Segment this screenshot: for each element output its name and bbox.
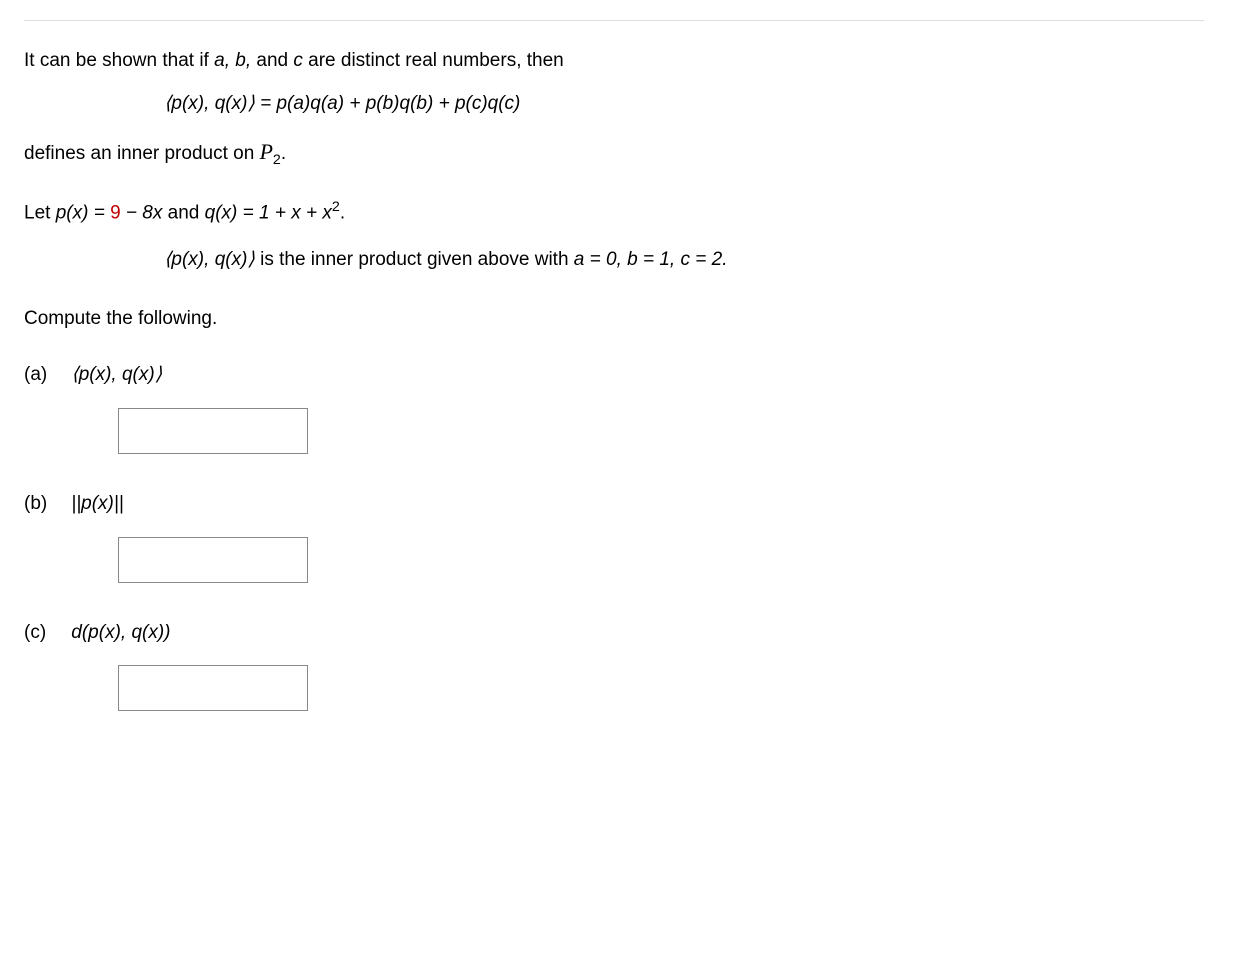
abc-assignments: a = 0, b = 1, c = 2. [574,249,728,270]
let-end: . [340,203,345,224]
inner-expr: ⟨p(x), q(x)⟩ [164,249,255,270]
inner-product-params: ⟨p(x), q(x)⟩ is the inner product given … [164,246,1204,275]
space-subscript: 2 [273,152,281,168]
part-b-label: (b) [24,490,66,519]
part-b: (b) ||p(x)|| [24,490,1204,583]
p-of-x-eq: p(x) = [56,203,110,224]
part-c-expression: d(p(x), q(x)) [71,619,170,648]
part-a-input[interactable] [118,408,308,454]
part-b-input[interactable] [118,537,308,583]
part-a-label: (a) [24,361,66,390]
intro-text-pre: It can be shown that if [24,50,214,71]
inner-desc: is the inner product given above with [255,249,574,270]
compute-prompt: Compute the following. [24,305,1204,334]
intro-line-2: defines an inner product on P2. [24,136,1204,171]
p-constant: 9 [110,203,121,224]
part-c: (c) d(p(x), q(x)) [24,619,1204,712]
part-a-expression: ⟨p(x), q(x)⟩ [71,361,162,390]
intro-text-mid: and [251,50,293,71]
p-rest: − 8x [121,203,163,224]
inner-product-definition: ⟨p(x), q(x)⟩ = p(a)q(a) + p(b)q(b) + p(c… [164,90,1204,119]
intro-text-post: are distinct real numbers, then [303,50,564,71]
space-symbol: P [260,140,273,164]
intro-line-1: It can be shown that if a, b, and c are … [24,47,1204,76]
question-container: It can be shown that if a, b, and c are … [24,20,1204,711]
let-definition: Let p(x) = 9 − 8x and q(x) = 1 + x + x2. [24,197,1204,228]
intro-var-c: c [293,50,303,71]
part-b-expression: ||p(x)|| [71,490,123,519]
part-a: (a) ⟨p(x), q(x)⟩ [24,361,1204,454]
let-word: Let [24,203,56,224]
q-of-x: q(x) = 1 + x + x [205,203,332,224]
q-exponent: 2 [332,199,340,215]
part-c-input[interactable] [118,665,308,711]
part-c-label: (c) [24,619,66,648]
period: . [281,143,286,164]
defines-text: defines an inner product on [24,143,260,164]
intro-vars-ab: a, b, [214,50,251,71]
and-word: and [162,203,204,224]
